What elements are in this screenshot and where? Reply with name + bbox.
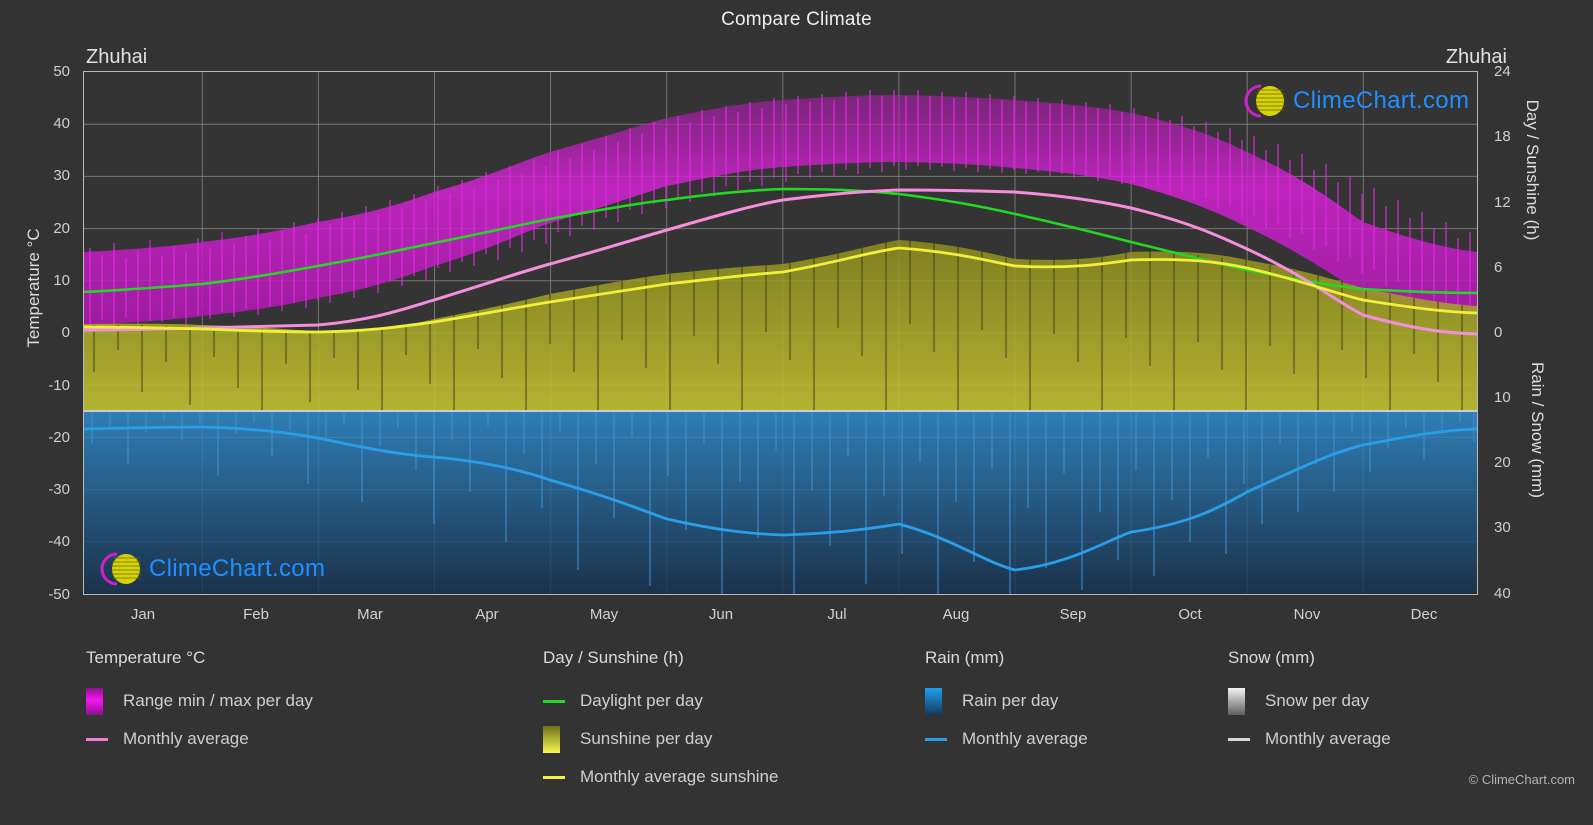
legend-item-rain-per-day[interactable]: Rain per day — [925, 682, 1088, 720]
legend-swatch-temp-average-icon — [86, 737, 116, 741]
legend-group-daysun: Day / Sunshine (h) Daylight per day Suns… — [543, 648, 778, 796]
climate-chart-svg — [84, 72, 1477, 594]
x-tick-dec: Dec — [1410, 606, 1438, 623]
y-tick-right-top-4: 0 — [1494, 324, 1503, 341]
legend-swatch-snow-average-icon — [1228, 737, 1258, 741]
x-tick-may: May — [589, 606, 619, 623]
y-tick-right-bottom-2: 30 — [1494, 519, 1511, 536]
watermark-logo-top: ClimeChart.com — [1237, 81, 1469, 121]
x-tick-oct: Oct — [1178, 606, 1202, 623]
legend-label-snow-average: Monthly average — [1265, 729, 1391, 748]
legend-heading-rain: Rain (mm) — [925, 648, 1005, 667]
chart-plot-area: ClimeChart.com — [83, 71, 1478, 595]
x-tick-jun: Jun — [708, 606, 734, 623]
legend-swatch-rain-icon — [925, 687, 955, 715]
climechart-logo-icon — [100, 552, 141, 586]
legend-item-snow-per-day[interactable]: Snow per day — [1228, 682, 1391, 720]
x-tick-jan: Jan — [130, 606, 156, 623]
y-tick-left-8: -30 — [48, 481, 70, 498]
page-title: Compare Climate — [721, 9, 872, 30]
legend-swatch-sunshine-average-icon — [543, 775, 573, 779]
climate-chart-page: Compare Climate Zhuhai Zhuhai ClimeChart… — [0, 0, 1593, 825]
legend-group-temperature: Temperature °C Range min / max per day M… — [86, 648, 313, 758]
copyright-notice: © ClimeChart.com — [1468, 772, 1575, 787]
legend-heading-snow: Snow (mm) — [1228, 648, 1315, 667]
y-tick-left-0: 50 — [53, 63, 70, 80]
y-tick-left-3: 20 — [53, 220, 70, 237]
y-tick-left-9: -40 — [48, 533, 70, 550]
watermark-text-bottom: ClimeChart.com — [149, 555, 326, 582]
legend-heading-temperature: Temperature °C — [86, 648, 206, 667]
legend-swatch-temp-range-icon — [86, 687, 116, 715]
chart-legend: Temperature °C Range min / max per day M… — [0, 648, 1593, 818]
y-tick-right-bottom-1: 20 — [1494, 454, 1511, 471]
legend-label-daylight: Daylight per day — [580, 691, 703, 710]
y-axis-title-right-bottom: Rain / Snow (mm) — [1528, 361, 1547, 499]
x-tick-aug: Aug — [942, 606, 970, 623]
x-tick-mar: Mar — [357, 606, 383, 623]
y-tick-right-bottom-0: 10 — [1494, 389, 1511, 406]
legend-swatch-sunshine-icon — [543, 725, 573, 753]
y-tick-right-top-0: 24 — [1494, 63, 1511, 80]
y-tick-left-4: 10 — [53, 272, 70, 289]
y-tick-right-top-3: 6 — [1494, 259, 1503, 276]
legend-item-temp-average[interactable]: Monthly average — [86, 720, 313, 758]
y-tick-left-7: -20 — [48, 429, 70, 446]
legend-item-daylight[interactable]: Daylight per day — [543, 682, 778, 720]
y-tick-left-10: -50 — [48, 586, 70, 603]
y-tick-right-top-1: 18 — [1494, 128, 1511, 145]
x-tick-sep: Sep — [1059, 606, 1087, 623]
legend-item-sunshine[interactable]: Sunshine per day — [543, 720, 778, 758]
x-tick-jul: Jul — [827, 606, 847, 623]
legend-label-sunshine: Sunshine per day — [580, 729, 713, 748]
legend-item-snow-average[interactable]: Monthly average — [1228, 720, 1391, 758]
legend-item-rain-average[interactable]: Monthly average — [925, 720, 1088, 758]
legend-label-temp-average: Monthly average — [123, 729, 249, 748]
y-tick-left-1: 40 — [53, 115, 70, 132]
legend-swatch-snow-icon — [1228, 687, 1258, 715]
legend-label-rain-per-day: Rain per day — [962, 691, 1059, 710]
legend-swatch-daylight-icon — [543, 699, 573, 703]
legend-swatch-rain-average-icon — [925, 737, 955, 741]
y-tick-left-5: 0 — [61, 324, 70, 341]
legend-label-rain-average: Monthly average — [962, 729, 1088, 748]
legend-label-sunshine-average: Monthly average sunshine — [580, 767, 779, 786]
climechart-logo-icon — [1244, 84, 1285, 118]
legend-label-temp-range: Range min / max per day — [123, 691, 313, 710]
legend-group-snow: Snow (mm) Snow per day Monthly average — [1228, 648, 1391, 758]
y-tick-right-top-2: 12 — [1494, 194, 1511, 211]
watermark-logo-bottom: ClimeChart.com — [93, 549, 325, 589]
watermark-text-top: ClimeChart.com — [1293, 87, 1470, 114]
legend-label-snow-per-day: Snow per day — [1265, 691, 1369, 710]
y-tick-left-2: 30 — [53, 167, 70, 184]
city-label-left: Zhuhai — [86, 46, 148, 68]
y-axis-title-right-top: Day / Sunshine (h) — [1523, 99, 1542, 241]
x-tick-feb: Feb — [243, 606, 269, 623]
x-tick-apr: Apr — [475, 606, 499, 623]
x-tick-nov: Nov — [1293, 606, 1321, 623]
legend-heading-daysun: Day / Sunshine (h) — [543, 648, 684, 667]
legend-item-temp-range[interactable]: Range min / max per day — [86, 682, 313, 720]
y-tick-right-bottom-3: 40 — [1494, 585, 1511, 602]
legend-group-rain: Rain (mm) Rain per day Monthly average — [925, 648, 1088, 758]
legend-item-sunshine-average[interactable]: Monthly average sunshine — [543, 758, 778, 796]
y-tick-left-6: -10 — [48, 377, 70, 394]
